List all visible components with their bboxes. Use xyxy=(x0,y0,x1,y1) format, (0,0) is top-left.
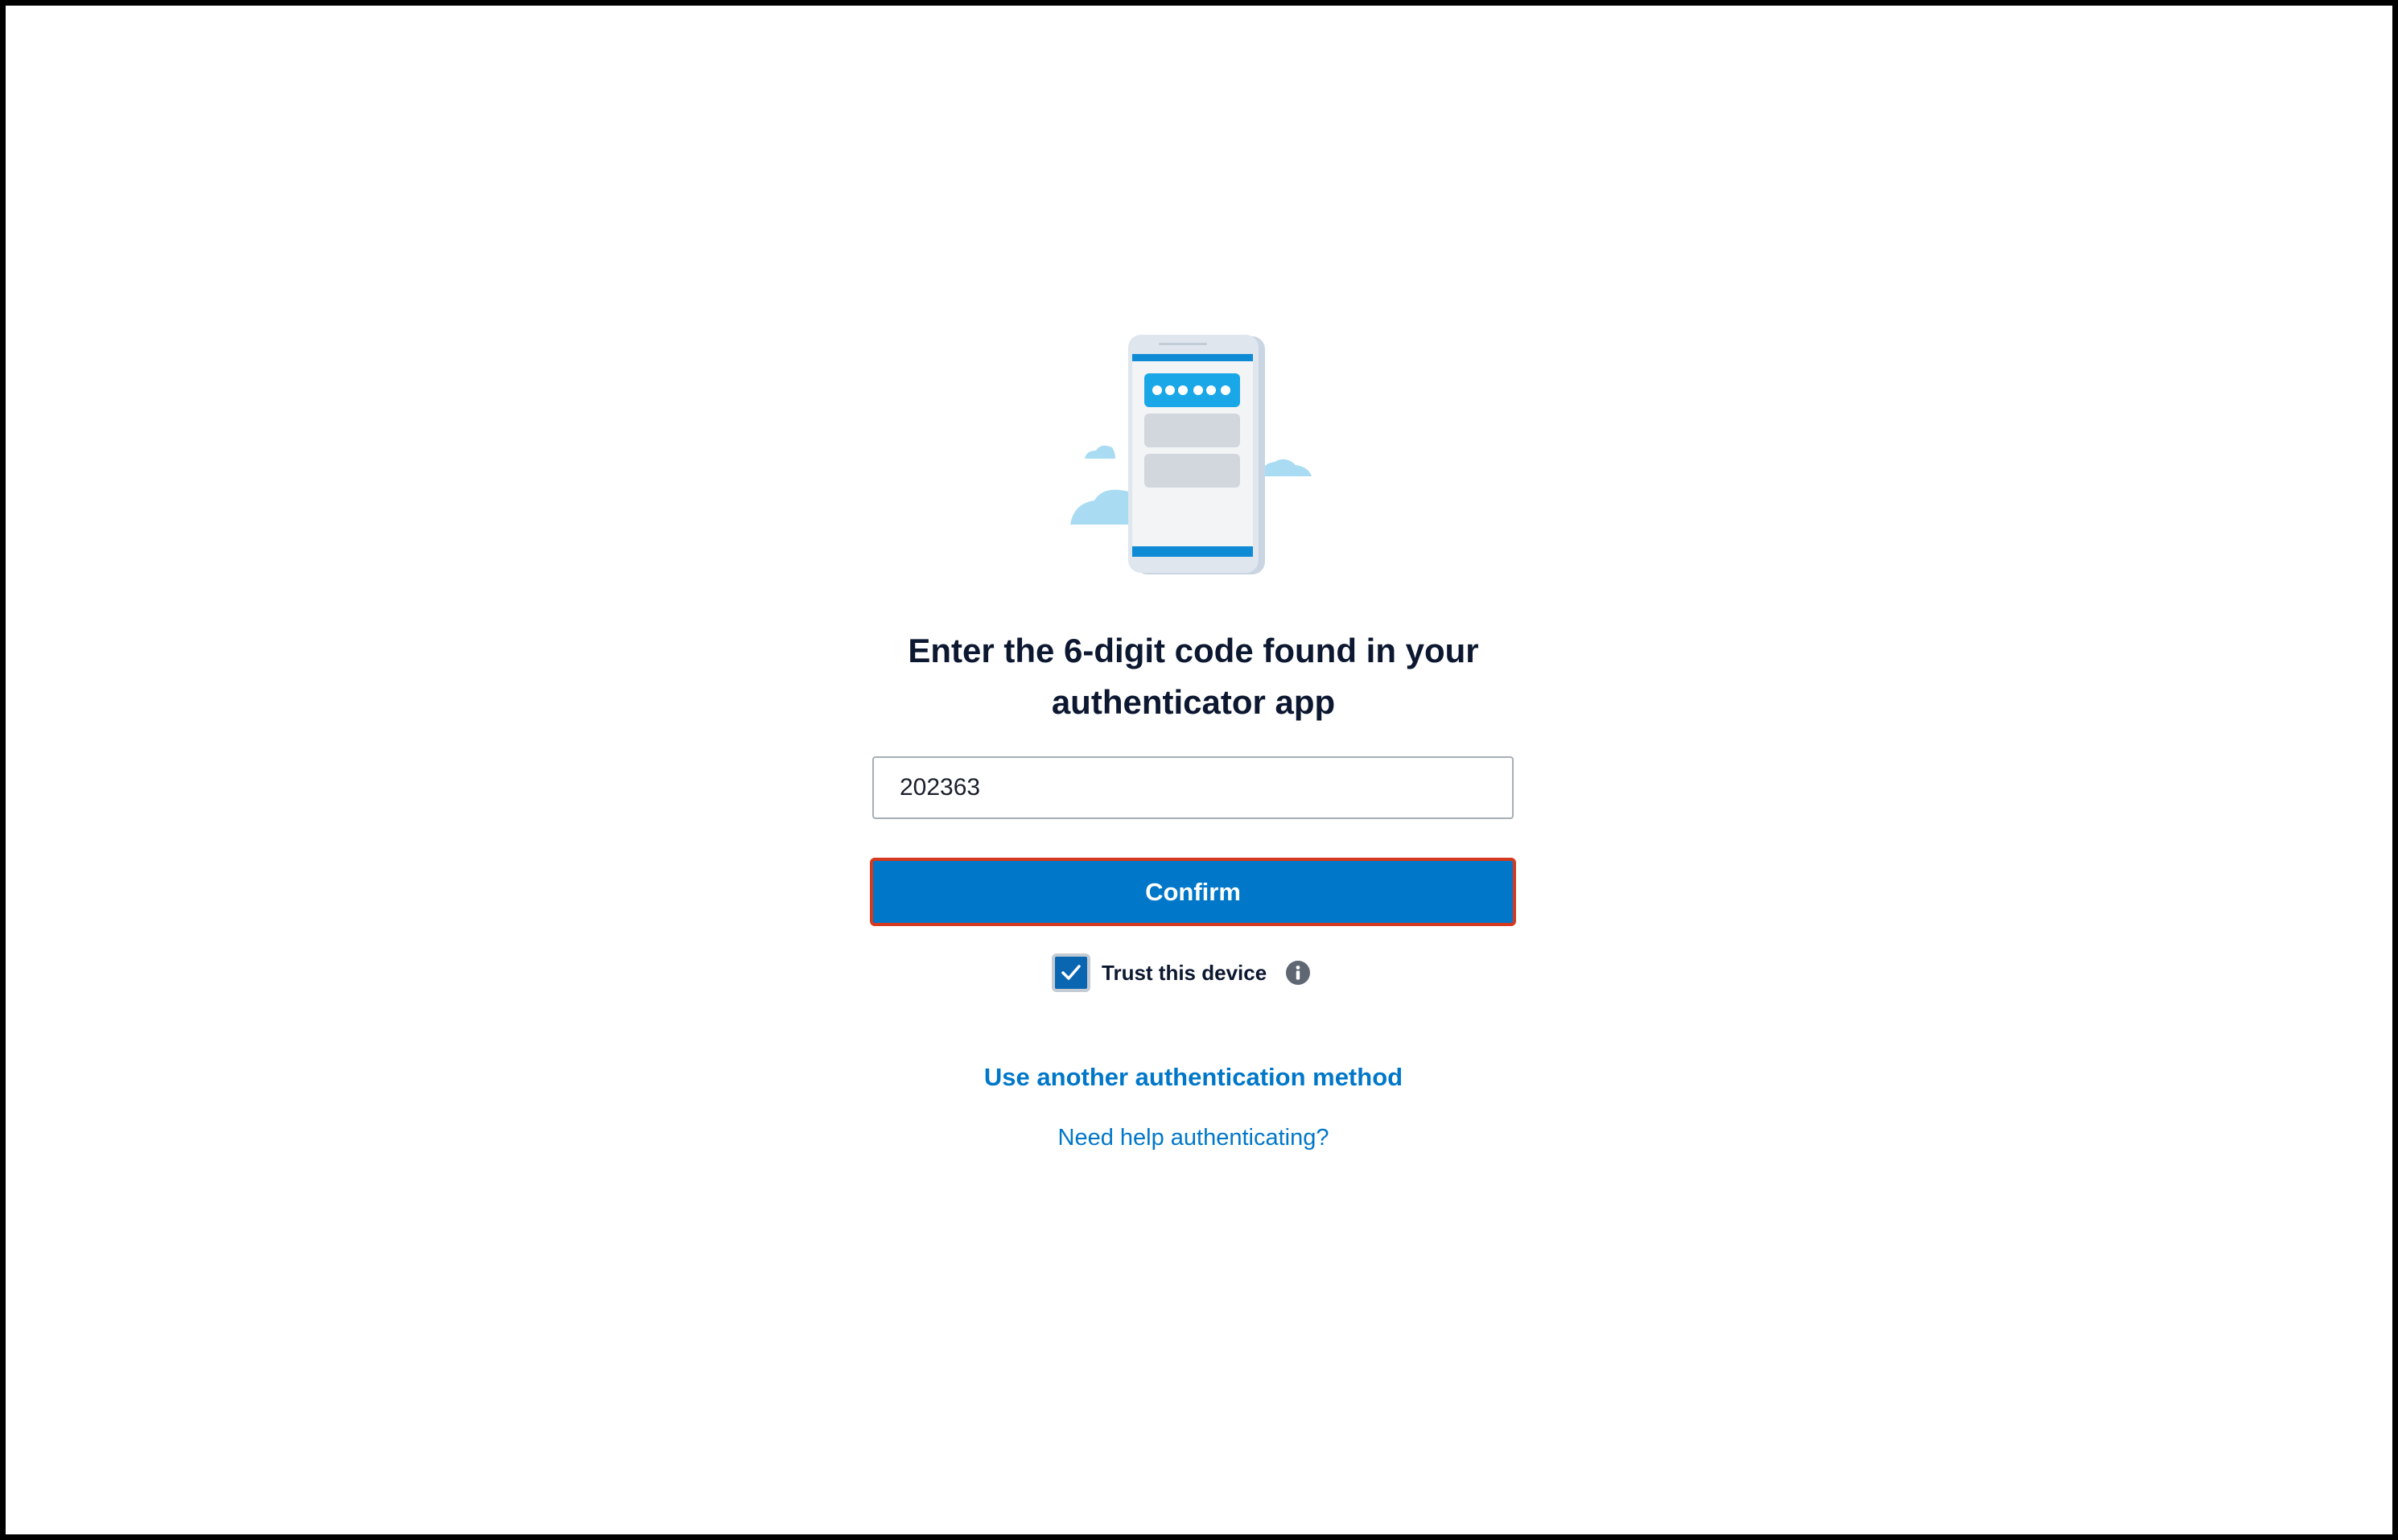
trust-device-row: Trust this device xyxy=(1052,952,1311,994)
info-icon[interactable] xyxy=(1286,961,1311,985)
trust-device-checkbox[interactable] xyxy=(1052,953,1090,992)
phone-authenticator-illustration xyxy=(1070,335,1312,574)
page-title: Enter the 6-digit code found in your aut… xyxy=(908,632,1479,721)
check-icon xyxy=(1061,965,1081,980)
trust-device-label: Trust this device xyxy=(1102,960,1267,985)
help-link[interactable]: Need help authenticating? xyxy=(810,1125,1576,1151)
page-frame: Enter the 6-digit code found in your aut… xyxy=(6,6,2392,1534)
confirm-button[interactable]: Confirm xyxy=(870,858,1516,926)
code-input[interactable] xyxy=(872,756,1514,819)
another-method-link[interactable]: Use another authentication method xyxy=(810,1063,1576,1092)
